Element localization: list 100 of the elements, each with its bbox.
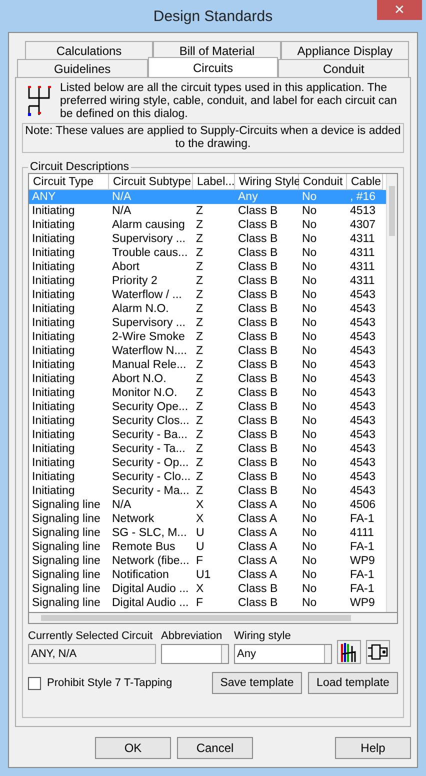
table-row[interactable]: Initiating Alarm N.O. Z Class B No 4543: [29, 302, 386, 316]
table-row[interactable]: Initiating Security - Op... Z Class B No 4543: [29, 456, 386, 470]
table-row[interactable]: Initiating Security - Ma... Z Class B No 4543: [29, 484, 386, 498]
table-row[interactable]: Initiating Manual Rele... Z Class B No 4543: [29, 358, 386, 372]
table-cell: Manual Rele...: [112, 359, 186, 371]
table-cell: 2-Wire Smoke: [112, 331, 185, 343]
table-cell: Security - Ba...: [112, 429, 188, 441]
table-row[interactable]: Initiating Security Clos... Z Class B No 4543: [29, 414, 386, 428]
table-cell: 4311: [350, 233, 375, 245]
table-row[interactable]: Signaling line N/A X Class A No 4506: [29, 498, 386, 512]
table-cell: Initiating: [32, 205, 75, 217]
close-button[interactable]: ✕: [377, 0, 422, 20]
window-title: Design Standards: [153, 8, 273, 24]
table-cell: No: [302, 401, 317, 413]
wires-icon[interactable]: [337, 640, 361, 664]
horizontal-scrollbar[interactable]: [28, 613, 398, 624]
column-header[interactable]: Conduit: [299, 174, 347, 190]
table-cell: Initiating: [32, 345, 75, 357]
tab[interactable]: Guidelines: [17, 59, 148, 77]
table-cell: Initiating: [32, 289, 75, 301]
table-cell: 4543: [350, 387, 376, 399]
connector-icon[interactable]: [366, 640, 390, 664]
table-row[interactable]: Initiating Security Ope... Z Class B No 4543: [29, 400, 386, 414]
tab[interactable]: Calculations: [25, 41, 153, 59]
table-row[interactable]: Initiating Waterflow / ... Z Class B No 4543: [29, 288, 386, 302]
table-cell: No: [302, 345, 317, 357]
column-header[interactable]: Cable: [347, 174, 383, 190]
intro-text: Listed below are all the circuit types used in this application. The preferred wiring style, cable, conduit, and label for each circuit can be defined on this dialog.: [60, 82, 398, 121]
table-row[interactable]: Signaling line Remote Bus U Class A No FA-1: [29, 540, 386, 554]
table-cell: Priority 2: [112, 275, 158, 287]
table-row[interactable]: Initiating Alarm causing Z Class B No 4307: [29, 218, 386, 232]
table-cell: Security - Clo...: [112, 471, 191, 483]
table-cell: Signaling line: [32, 583, 100, 595]
table-cell: 4543: [350, 373, 376, 385]
table-cell: WP9: [350, 597, 375, 609]
table-row[interactable]: Signaling line Network X Class A No FA-1: [29, 512, 386, 526]
table-row[interactable]: Signaling line Notification U1 Class A No FA-1: [29, 568, 386, 582]
help-button[interactable]: Help: [335, 737, 411, 759]
table-cell: Class B: [238, 303, 278, 315]
table-row[interactable]: Initiating Supervisory ... Z Class B No 4311: [29, 232, 386, 246]
table-row[interactable]: Initiating 2-Wire Smoke Z Class B No 4543: [29, 330, 386, 344]
table-cell: Waterflow N....: [112, 345, 187, 357]
table-cell: Class A: [238, 527, 277, 539]
table-cell: FA-1: [350, 569, 374, 581]
table-cell: Z: [196, 457, 204, 469]
checkbox[interactable]: [28, 676, 41, 690]
prohibit-checkbox[interactable]: Prohibit Style 7 T-Tapping: [28, 676, 206, 690]
table-row[interactable]: Signaling line Digital Audio ... F Class B No WP9: [29, 596, 386, 610]
table-cell: 4543: [350, 331, 376, 343]
table-row[interactable]: Initiating Priority 2 Z Class B No 4311: [29, 274, 386, 288]
table-cell: FA-1: [350, 583, 374, 595]
table-cell: 4543: [350, 359, 376, 371]
table-cell: F: [196, 555, 204, 567]
table-cell: Initiating: [32, 331, 75, 343]
table-cell: F: [196, 597, 204, 609]
table-cell: No: [302, 471, 317, 483]
table-row[interactable]: Initiating Abort Z Class B No 4311: [29, 260, 386, 274]
table-cell: N/A: [112, 205, 132, 217]
table-row[interactable]: Initiating Security - Ba... Z Class B No 4543: [29, 428, 386, 442]
abbreviation-dropdown[interactable]: [161, 644, 229, 664]
table-row[interactable]: Initiating Supervisory ... Z Class B No 4543: [29, 316, 386, 330]
selected-circuit-field: ANY, N/A: [28, 644, 156, 664]
table-row[interactable]: Initiating Waterflow N.... Z Class B No 4543: [29, 344, 386, 358]
table-row[interactable]: Initiating Abort N.O. Z Class B No 4543: [29, 372, 386, 386]
tab[interactable]: Conduit: [278, 59, 410, 77]
template-button[interactable]: Save template: [212, 672, 302, 694]
table-cell: Z: [196, 359, 204, 371]
column-header[interactable]: Circuit Type: [29, 174, 109, 190]
table-cell: Class B: [238, 205, 278, 217]
table-row[interactable]: Signaling line SG - SLC, M... U Class A No 4111: [29, 526, 386, 540]
table-row[interactable]: Initiating N/A Z Class B No 4513: [29, 204, 386, 218]
ok-button[interactable]: OK: [95, 737, 171, 759]
table-cell: Class A: [238, 555, 277, 567]
table-row[interactable]: Initiating Security - Clo... Z Class B No 4543: [29, 470, 386, 484]
table-row[interactable]: Initiating Trouble caus... Z Class B No 4311: [29, 246, 386, 260]
cancel-button[interactable]: Cancel: [177, 737, 253, 759]
table-cell: Class B: [238, 247, 278, 259]
table-cell: No: [302, 429, 317, 441]
column-header[interactable]: Label...: [193, 174, 235, 190]
table-cell: Class B: [238, 597, 278, 609]
table-row[interactable]: Initiating Security - Ta... Z Class B No 4543: [29, 442, 386, 456]
table-row[interactable]: Initiating Monitor N.O. Z Class B No 4543: [29, 386, 386, 400]
table-cell: No: [302, 247, 317, 259]
table-cell: No: [302, 387, 317, 399]
table-cell: Abort N.O.: [112, 373, 166, 385]
wiring-style-dropdown[interactable]: Any: [234, 644, 332, 664]
column-header[interactable]: Wiring Style: [235, 174, 299, 190]
tab[interactable]: Appliance Display: [281, 41, 409, 59]
table-cell: Notification: [112, 569, 169, 581]
template-button[interactable]: Load template: [308, 672, 398, 694]
table-row[interactable]: Signaling line Network (fibe... F Class A No WP9: [29, 554, 386, 568]
table-cell: No: [302, 569, 317, 581]
table-cell: No: [302, 373, 317, 385]
table-cell: 4311: [350, 261, 375, 273]
vertical-scrollbar[interactable]: [386, 174, 397, 612]
note-text: Note: These values are applied to Supply-Circuits when a device is added to the drawing.: [22, 123, 404, 153]
tab[interactable]: Circuits: [148, 57, 278, 77]
table-row[interactable]: Signaling line Digital Audio ... X Class B No FA-1: [29, 582, 386, 596]
column-header[interactable]: Circuit Subtype: [109, 174, 193, 190]
table-cell: No: [302, 457, 317, 469]
